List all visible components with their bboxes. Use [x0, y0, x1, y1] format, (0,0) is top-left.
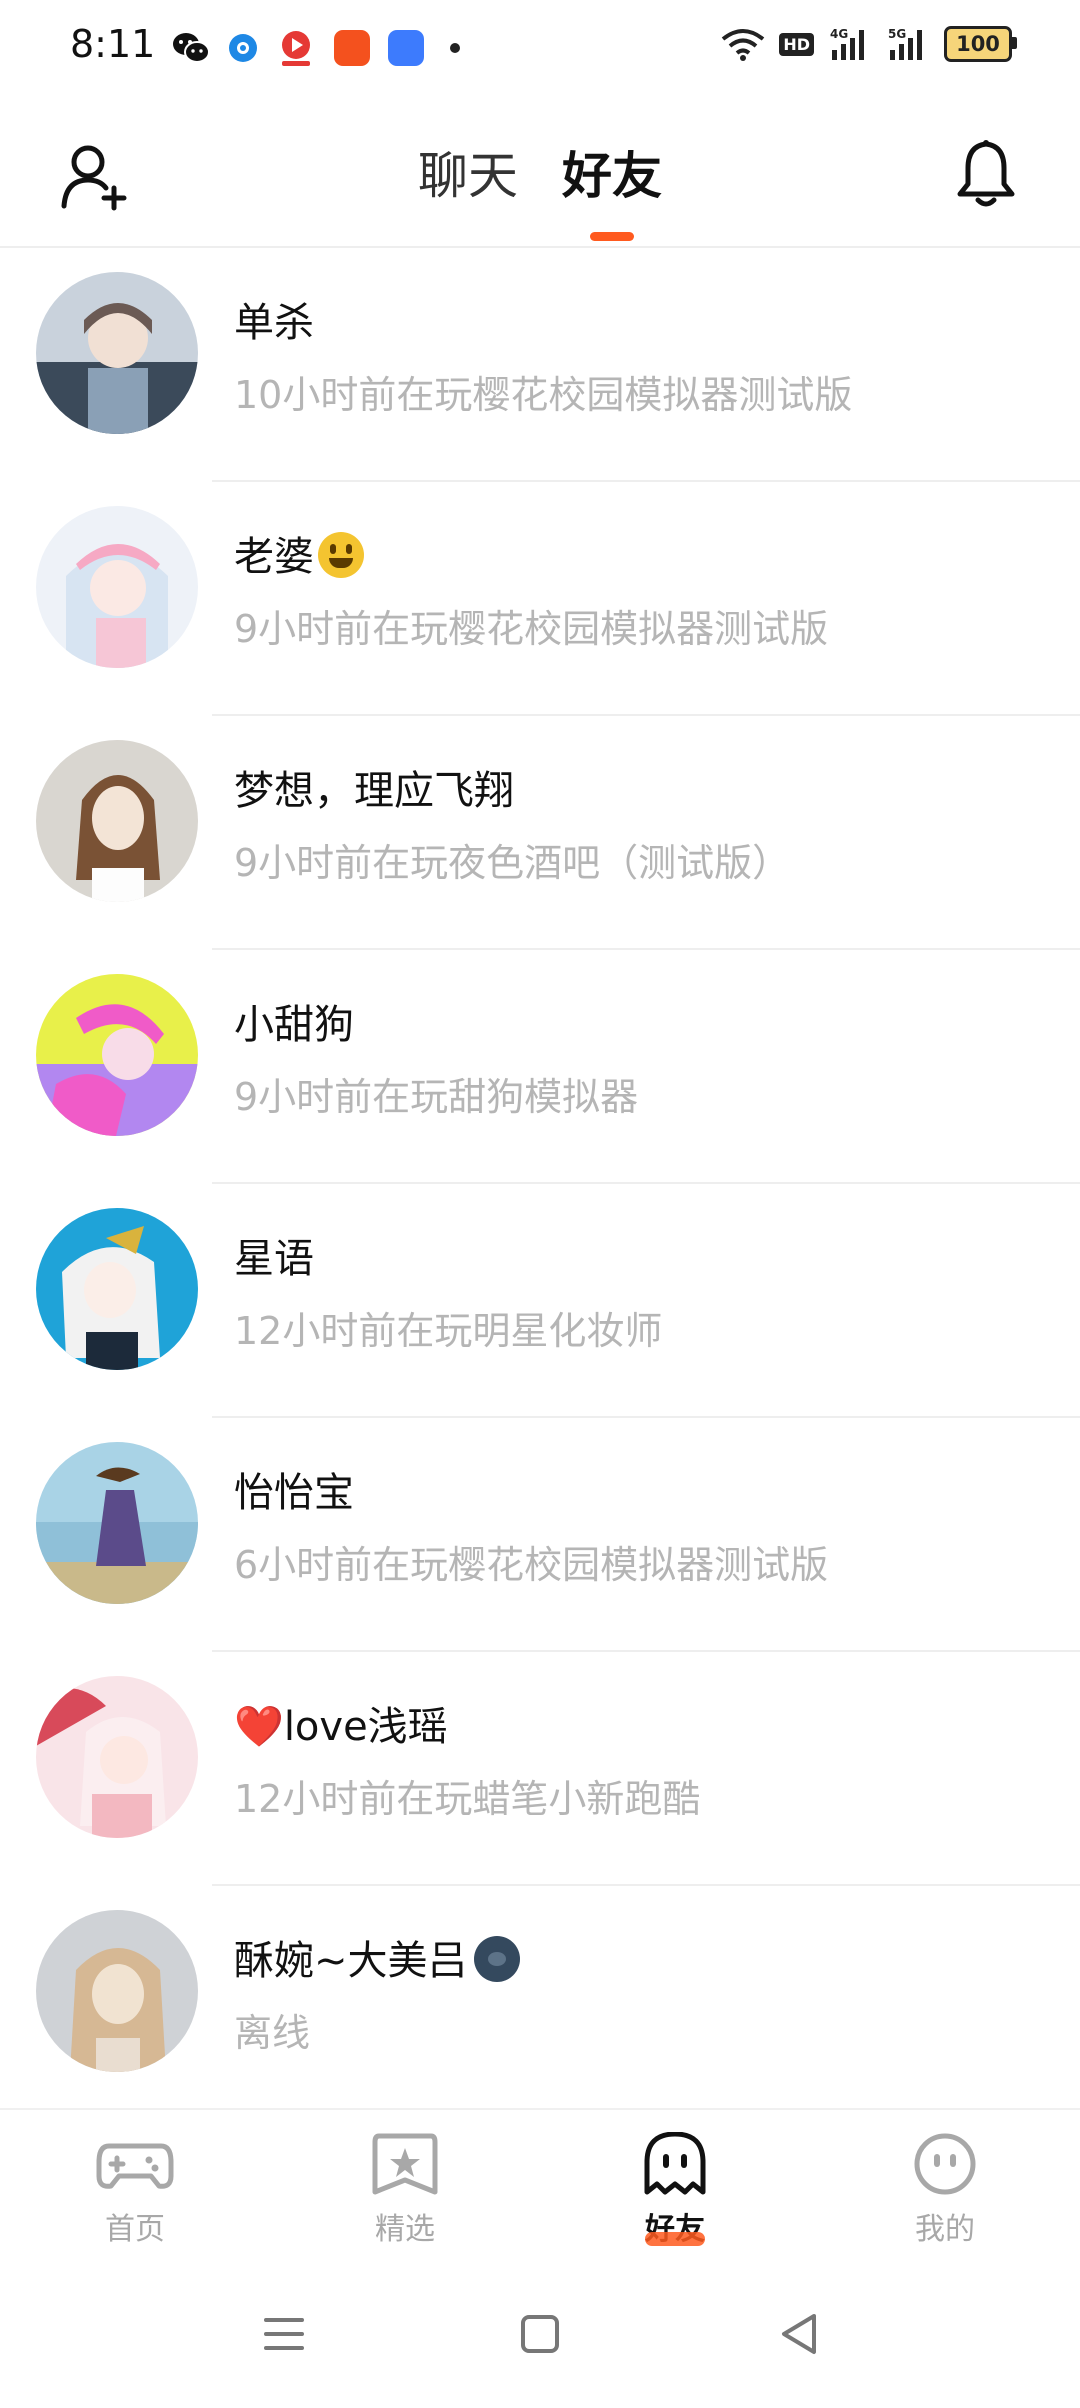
friend-item[interactable]: 怡怡宝 6小时前在玩樱花校园模拟器测试版: [0, 1418, 1080, 1652]
avatar: [36, 506, 198, 668]
tab-chat-label: 聊天: [418, 147, 518, 205]
system-status-icons: HD 4G 5G 100: [721, 26, 1017, 62]
friend-item[interactable]: 梦想，理应飞翔 9小时前在玩夜色酒吧（测试版）: [0, 716, 1080, 950]
tab-friends[interactable]: 好友: [562, 136, 662, 241]
friend-item[interactable]: 老婆 9小时前在玩樱花校园模拟器测试版: [0, 482, 1080, 716]
bell-icon[interactable]: [954, 138, 1018, 210]
wechat-icon: [173, 33, 210, 63]
nav-featured-label: 精选: [375, 2212, 435, 2247]
friend-name: 酥婉~大美吕: [234, 1928, 520, 1986]
browser-icon: [229, 34, 257, 62]
chat-app-icon: [388, 30, 424, 66]
nav-featured[interactable]: 精选: [325, 2132, 485, 2248]
avatar: [36, 1676, 198, 1838]
friend-status: 9小时前在玩夜色酒吧（测试版）: [234, 841, 791, 885]
friend-name-text: 老婆: [234, 534, 314, 580]
star-bookmark-icon: [372, 2133, 438, 2195]
signal-5g-icon: 5G: [888, 27, 922, 60]
nav-friends-label: 好友: [595, 2204, 755, 2248]
avatar: [36, 272, 198, 434]
friend-name: 梦想，理应飞翔: [234, 768, 514, 814]
friend-item[interactable]: ❤️love浅瑶 12小时前在玩蜡笔小新跑酷: [0, 1652, 1080, 1886]
battery-indicator: 100: [944, 26, 1017, 62]
svg-text:5G: 5G: [888, 27, 906, 41]
friend-item[interactable]: 星语 12小时前在玩明星化妆师: [0, 1184, 1080, 1418]
menu-icon[interactable]: [254, 2304, 314, 2364]
wifi-icon: [722, 29, 765, 61]
tab-friends-label: 好友: [562, 147, 662, 205]
friend-status: 10小时前在玩樱花校园模拟器测试版: [234, 373, 853, 417]
active-nav-indicator: [645, 2232, 705, 2246]
friend-item[interactable]: 小甜狗 9小时前在玩甜狗模拟器: [0, 950, 1080, 1184]
top-header: 聊天 好友: [0, 100, 1080, 248]
avatar: [36, 740, 198, 902]
friend-status: 12小时前在玩明星化妆师: [234, 1309, 663, 1353]
nav-me[interactable]: 我的: [865, 2132, 1025, 2248]
video-app-icon: [282, 31, 310, 66]
svg-text:4G: 4G: [830, 27, 848, 41]
avatar: [36, 1208, 198, 1370]
friend-list: 单杀 10小时前在玩樱花校园模拟器测试版 老婆 9小时前在玩樱花校园模拟器测试版…: [0, 248, 1080, 2120]
top-tabs: 聊天 好友: [0, 136, 1080, 241]
avatar: [36, 974, 198, 1136]
signal-4g-icon: 4G: [830, 27, 864, 60]
friend-name: 单杀: [234, 300, 314, 346]
friend-name-text: love浅瑶: [283, 1704, 448, 1750]
gamepad-icon: [96, 2143, 174, 2189]
friend-item[interactable]: 单杀 10小时前在玩樱花校园模拟器测试版: [0, 248, 1080, 482]
friend-status: 9小时前在玩樱花校园模拟器测试版: [234, 607, 829, 651]
friend-status: 6小时前在玩樱花校园模拟器测试版: [234, 1543, 829, 1587]
nav-home[interactable]: 首页: [55, 2132, 215, 2248]
back-triangle-icon[interactable]: [770, 2304, 830, 2364]
friend-name: 小甜狗: [234, 1002, 354, 1048]
friend-name: 老婆: [234, 524, 364, 582]
friend-name: 怡怡宝: [234, 1470, 354, 1516]
nav-friends[interactable]: 好友: [595, 2131, 755, 2248]
smile-emoji-icon: [318, 532, 364, 578]
more-dot-icon: [450, 43, 460, 53]
friend-name: ❤️love浅瑶: [234, 1694, 448, 1752]
heart-emoji-icon: ❤️: [234, 1704, 284, 1750]
home-square-icon[interactable]: [510, 2304, 570, 2364]
ghost-icon: [644, 2131, 706, 2195]
avatar: [36, 1910, 198, 2072]
hd-badge: HD: [779, 32, 814, 56]
avatar: [36, 1442, 198, 1604]
bottom-nav: 首页 精选 好友 我的: [0, 2108, 1080, 2260]
nav-me-label: 我的: [915, 2212, 975, 2247]
tab-chat[interactable]: 聊天: [418, 136, 518, 208]
friend-status: 离线: [234, 2011, 311, 2055]
active-tab-indicator: [590, 232, 634, 241]
face-icon: [914, 2133, 976, 2195]
friend-name-text: 酥婉~大美吕: [234, 1938, 468, 1984]
notification-icons: [172, 28, 460, 68]
moon-emoji-icon: [473, 1936, 520, 1982]
nav-home-label: 首页: [105, 2212, 165, 2247]
system-navigation-bar: [0, 2270, 1080, 2408]
status-bar: 8:11 HD 4G 5G 100: [0, 0, 1080, 100]
friend-item[interactable]: 酥婉~大美吕 离线: [0, 1886, 1080, 2120]
friend-status: 9小时前在玩甜狗模拟器: [234, 1075, 639, 1119]
battery-level: 100: [956, 32, 1000, 56]
shopping-app-icon: [334, 30, 370, 66]
friend-name: 星语: [234, 1236, 314, 1282]
friend-status: 12小时前在玩蜡笔小新跑酷: [234, 1777, 701, 1821]
status-time: 8:11: [70, 22, 156, 66]
